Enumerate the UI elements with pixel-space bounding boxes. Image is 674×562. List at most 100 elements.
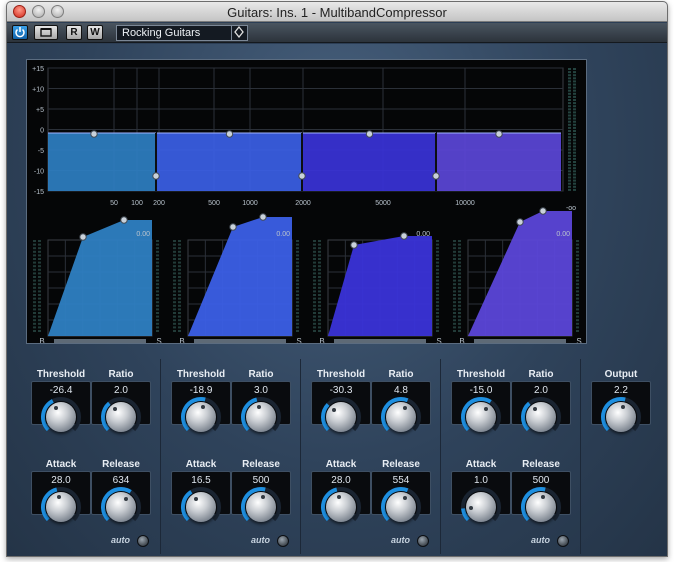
input-meter-segment [173, 312, 176, 314]
band-2-ratio-knob[interactable] [246, 402, 276, 432]
gain-reduction-meter-segment [576, 268, 579, 271]
input-meter-segment [453, 258, 456, 260]
output-meter-segment [568, 157, 571, 160]
input-meter-segment [38, 301, 41, 304]
band-2-release-knob[interactable] [246, 492, 276, 522]
band-3-ratio-knob[interactable] [386, 402, 416, 432]
crossover-handle-2[interactable] [298, 172, 306, 180]
output-meter-segment [568, 126, 571, 129]
graph-axis-max-label: S [156, 337, 161, 343]
input-meter-segment [173, 326, 176, 329]
band-2-attack-knob[interactable] [186, 492, 216, 522]
preset-menu-button[interactable] [231, 25, 246, 40]
input-meter-segment [178, 308, 181, 311]
band-1-release-knob-indicator [124, 496, 129, 501]
band-2-auto-release-button[interactable] [277, 535, 289, 547]
write-automation-button[interactable]: W [87, 25, 103, 40]
band-range-slider-2[interactable] [194, 339, 286, 343]
threshold-handle-4[interactable] [516, 218, 524, 226]
crossover-handle-1[interactable] [152, 172, 160, 180]
input-meter-segment [33, 290, 36, 293]
ratio-handle-3[interactable] [400, 232, 408, 240]
threshold-handle-2[interactable] [229, 223, 237, 231]
band-3-release-knob[interactable] [386, 492, 416, 522]
gain-reduction-meter-segment [296, 312, 299, 314]
gain-reduction-meter-segment [576, 294, 579, 296]
input-meter-segment [178, 261, 181, 264]
gain-reduction-meter-segment [296, 261, 299, 264]
gain-reduction-meter-segment [436, 326, 439, 329]
band-1-threshold-knob[interactable] [46, 402, 76, 432]
band-4-auto-release-button[interactable] [557, 535, 569, 547]
input-meter-segment [33, 308, 36, 311]
band-1-ratio-label: Ratio [108, 369, 134, 380]
window-title: Guitars: Ins. 1 - MultibandCompressor [227, 5, 447, 20]
band-3-attack-knob[interactable] [326, 492, 356, 522]
output-knob[interactable] [606, 402, 636, 432]
preset-field[interactable]: Rocking Guitars [116, 25, 248, 41]
ratio-handle-4[interactable] [539, 207, 547, 215]
gain-reduction-meter-segment [156, 315, 159, 318]
band-4-ratio-label: Ratio [528, 369, 554, 380]
input-meter-segment [313, 286, 316, 289]
band-1-ratio-knob[interactable] [106, 402, 136, 432]
band-1-ratio-knob-indicator [112, 407, 117, 412]
ratio-handle-2[interactable] [259, 213, 267, 221]
threshold-handle-3[interactable] [350, 241, 358, 249]
threshold-handle-1[interactable] [79, 233, 87, 241]
input-meter-segment [173, 247, 176, 250]
gain-reduction-meter-segment [436, 290, 439, 293]
input-meter-segment [318, 279, 321, 282]
band-range-slider-4[interactable] [474, 339, 566, 343]
gain-reduction-meter-segment [156, 322, 159, 325]
bypass-button[interactable] [34, 25, 58, 40]
gain-reduction-meter-segment [436, 315, 439, 318]
band-3-auto-release-button[interactable] [417, 535, 429, 547]
gain-reduction-meter-segment [576, 297, 579, 300]
band-4-release-knob[interactable] [526, 492, 556, 522]
output-meter-segment [568, 108, 571, 111]
band-gain-handle-3[interactable] [365, 130, 374, 138]
output-meter-segment [573, 111, 576, 114]
input-meter-segment [33, 279, 36, 282]
band-gain-handle-4[interactable] [495, 130, 503, 138]
band-range-slider-1[interactable] [54, 339, 146, 343]
input-meter-segment [178, 312, 181, 314]
band-1-threshold-knob-indicator [54, 406, 59, 411]
graph-axis-min-label: B [179, 337, 184, 343]
gain-reduction-meter-segment [436, 279, 439, 282]
input-meter-segment [313, 330, 316, 332]
band-3-threshold-knob[interactable] [326, 402, 356, 432]
band-gain-handle-1[interactable] [90, 130, 98, 138]
band-4-attack-knob[interactable] [466, 492, 496, 522]
band-range-slider-3[interactable] [334, 339, 426, 343]
power-button[interactable] [12, 25, 28, 40]
gain-reduction-meter-segment [576, 258, 579, 260]
input-meter-segment [453, 315, 456, 318]
input-meter-segment [33, 240, 36, 242]
band-gain-handle-2[interactable] [225, 130, 234, 138]
band-1-attack-knob[interactable] [46, 492, 76, 522]
crossover-handle-3[interactable] [432, 172, 440, 180]
read-automation-button[interactable]: R [66, 25, 82, 40]
band-4-ratio-knob[interactable] [526, 402, 556, 432]
band-2-threshold-knob[interactable] [186, 402, 216, 432]
input-meter-segment [453, 312, 456, 314]
input-meter-segment [458, 304, 461, 307]
input-meter-segment [313, 319, 316, 322]
gain-reduction-meter-segment [576, 286, 579, 289]
gain-tick-label: -10 [34, 169, 44, 176]
input-meter-segment [38, 279, 41, 282]
gain-reduction-meter-segment [156, 272, 159, 275]
band-4-threshold-knob[interactable] [466, 402, 496, 432]
band-3-auto-label: auto [391, 535, 410, 545]
band-1-auto-release-button[interactable] [137, 535, 149, 547]
input-meter-segment [318, 297, 321, 300]
gain-reduction-meter-segment [296, 297, 299, 300]
ratio-handle-1[interactable] [120, 216, 128, 224]
input-meter-segment [33, 330, 36, 332]
input-meter-segment [318, 240, 321, 242]
input-meter-segment [318, 254, 321, 257]
gain-reduction-meter-segment [156, 326, 159, 329]
band-1-release-knob[interactable] [106, 492, 136, 522]
